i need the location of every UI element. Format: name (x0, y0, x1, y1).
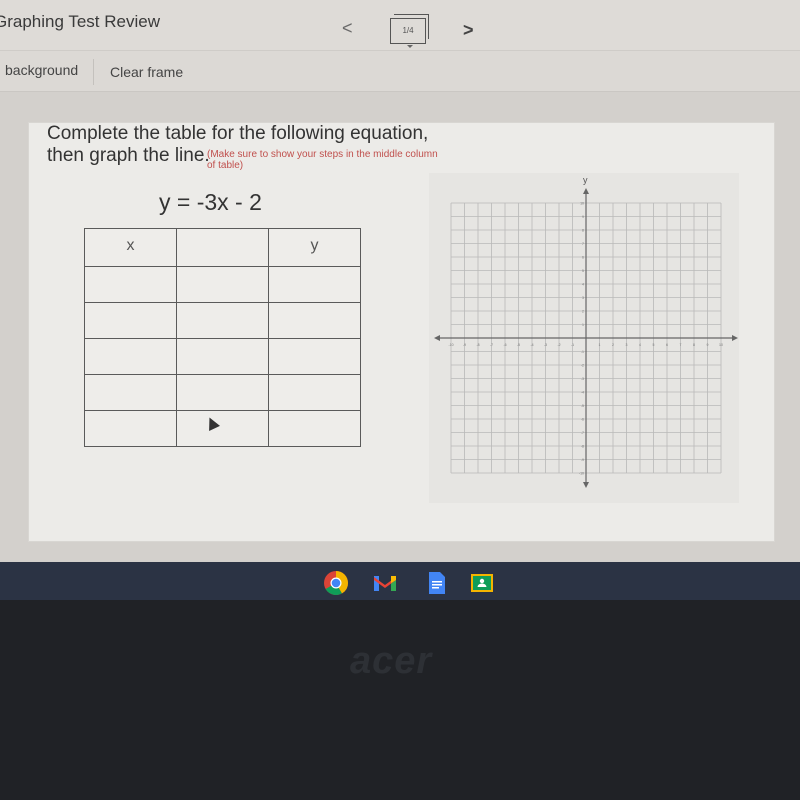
coordinate-plane[interactable]: xy-10-9-8-7-6-5-4-3-2-112345678910-10-9-… (429, 173, 739, 503)
x-tick-label: 8 (693, 343, 695, 347)
x-tick-label: 3 (626, 343, 628, 347)
page-number: 1/4 (390, 18, 426, 44)
x-tick-label: -10 (448, 343, 453, 347)
y-tick-label: 8 (582, 229, 584, 233)
x-tick-label: -2 (557, 343, 560, 347)
cell-y[interactable] (268, 410, 361, 447)
x-tick-label: -3 (544, 343, 547, 347)
y-axis-label: y (583, 175, 588, 185)
x-tick-label: -1 (571, 343, 574, 347)
y-tick-label: 10 (580, 202, 584, 206)
screen: Graphing Test Review < 1/4 > background … (0, 0, 800, 600)
x-tick-label: 9 (707, 343, 709, 347)
cell-x[interactable] (84, 338, 177, 375)
x-axis-arrow-right (732, 335, 738, 341)
document-title: Graphing Test Review (0, 12, 160, 31)
x-tick-label: 4 (639, 343, 641, 347)
y-tick-label: -5 (581, 404, 584, 408)
x-tick-label: 2 (612, 343, 614, 347)
equation: y = -3x - 2 (159, 189, 262, 215)
x-axis-arrow-left (434, 335, 440, 341)
y-tick-label: 4 (582, 283, 584, 287)
y-tick-label: -10 (579, 472, 584, 476)
y-tick-label: -6 (581, 418, 584, 422)
x-tick-label: -7 (490, 343, 493, 347)
y-axis-arrow-up (583, 188, 589, 194)
x-tick-label: 1 (599, 343, 601, 347)
values-table: x y (84, 228, 361, 447)
x-tick-label: -8 (476, 343, 479, 347)
table-row (84, 338, 361, 375)
y-tick-label: 2 (582, 310, 584, 314)
table-row (84, 302, 361, 339)
y-tick-label: -4 (581, 391, 584, 395)
y-tick-label: 6 (582, 256, 584, 260)
x-tick-label: 7 (680, 343, 682, 347)
title-bar: Graphing Test Review < 1/4 > (0, 0, 800, 51)
y-tick-label: 9 (582, 215, 584, 219)
x-tick-label: -9 (463, 343, 466, 347)
x-tick-label: 6 (666, 343, 668, 347)
y-tick-label: -8 (581, 445, 584, 449)
y-tick-label: 1 (582, 323, 584, 327)
laptop-bezel (0, 600, 800, 800)
header-steps[interactable] (176, 228, 269, 267)
cell-x[interactable] (84, 374, 177, 411)
caret-down-icon (407, 45, 413, 48)
y-tick-label: 5 (582, 269, 584, 273)
table-row (84, 410, 361, 447)
coordinate-grid-svg[interactable]: xy-10-9-8-7-6-5-4-3-2-112345678910-10-9-… (429, 173, 739, 503)
slide[interactable]: Complete the table for the following equ… (28, 122, 775, 542)
cell-y[interactable] (268, 374, 361, 411)
header-y[interactable]: y (268, 228, 361, 267)
x-tick-label: 10 (719, 343, 723, 347)
y-axis-arrow-down (583, 482, 589, 488)
x-tick-label: 5 (653, 343, 655, 347)
cell-steps[interactable] (176, 302, 269, 339)
canvas-area: Complete the table for the following equ… (0, 92, 800, 562)
y-tick-label: -2 (581, 364, 584, 368)
chrome-icon[interactable] (323, 570, 349, 602)
y-tick-label: -1 (581, 350, 584, 354)
table-row (84, 266, 361, 303)
y-tick-label: -9 (581, 458, 584, 462)
x-tick-label: -4 (530, 343, 533, 347)
cell-y[interactable] (268, 338, 361, 375)
cell-x[interactable] (84, 266, 177, 303)
y-tick-label: 7 (582, 242, 584, 246)
toolbar-divider (93, 59, 94, 85)
cell-x[interactable] (84, 302, 177, 339)
gmail-icon[interactable] (372, 570, 398, 596)
cell-y[interactable] (268, 266, 361, 303)
previous-page-button[interactable]: < (342, 18, 353, 39)
y-tick-label: -7 (581, 431, 584, 435)
classroom-icon[interactable] (469, 570, 495, 596)
table-header-row: x y (84, 228, 361, 267)
toolbar: background Clear frame (0, 51, 800, 92)
cell-steps[interactable] (176, 410, 269, 447)
instruction-note: (Make sure to show your steps in the mid… (207, 149, 438, 171)
docs-icon[interactable] (423, 570, 449, 596)
cell-steps[interactable] (176, 266, 269, 303)
header-x[interactable]: x (84, 228, 177, 267)
y-tick-label: -3 (581, 377, 584, 381)
cell-steps[interactable] (176, 374, 269, 411)
x-tick-label: -5 (517, 343, 520, 347)
page-indicator-button[interactable]: 1/4 (390, 14, 429, 48)
x-tick-label: -6 (503, 343, 506, 347)
instruction-line-1: Complete the table for the following equ… (47, 123, 429, 144)
background-button[interactable]: background (5, 62, 78, 78)
instruction-line-2: then graph the line. (47, 145, 210, 166)
chromeos-shelf (0, 562, 800, 602)
cell-steps[interactable] (176, 338, 269, 375)
y-tick-label: 3 (582, 296, 584, 300)
cell-y[interactable] (268, 302, 361, 339)
next-page-button[interactable]: > (463, 20, 474, 41)
cell-x[interactable] (84, 410, 177, 447)
table-row (84, 374, 361, 411)
clear-frame-button[interactable]: Clear frame (110, 64, 183, 80)
brand-logo: acer (350, 640, 433, 682)
